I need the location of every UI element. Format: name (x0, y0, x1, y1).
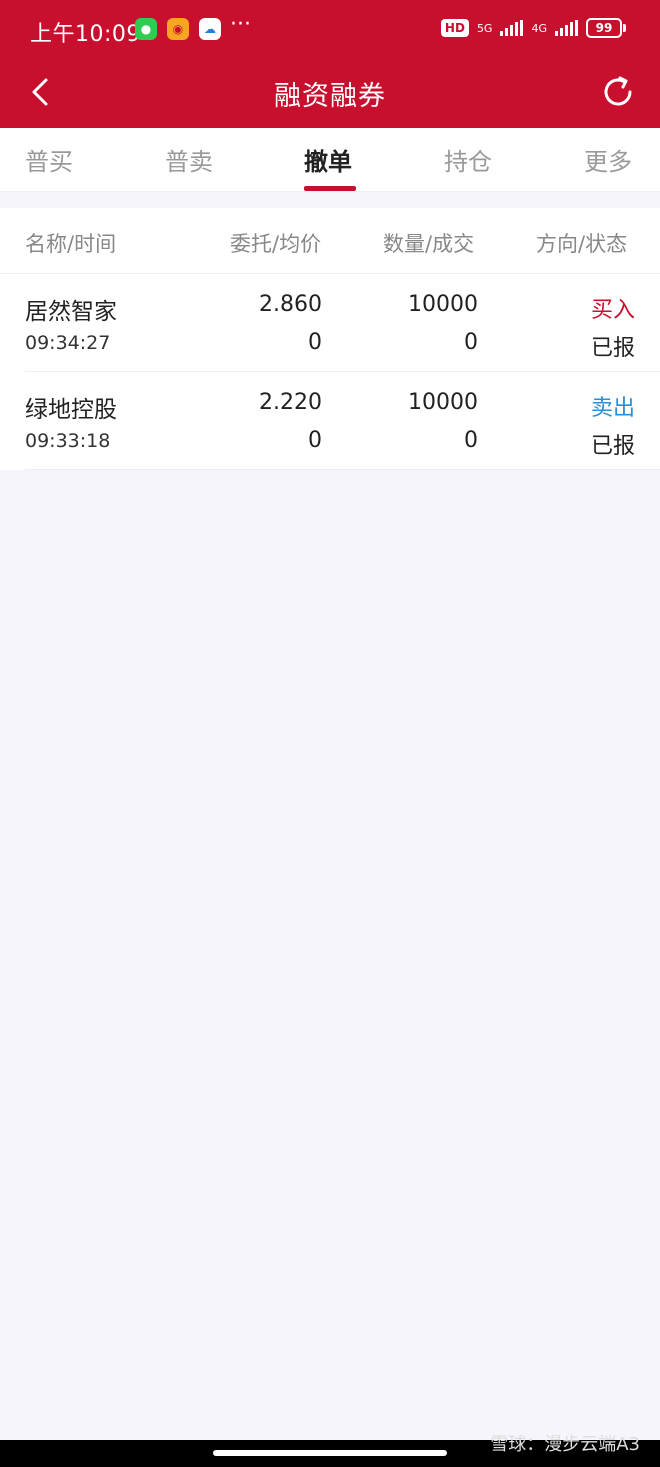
col-direction-status: 方向/状态 (536, 232, 628, 256)
signal-bars-icon (555, 20, 578, 36)
table-row[interactable]: 绿地控股 09:33:18 2.220 0 10000 0 卖出 已报 (0, 372, 660, 470)
system-indicators: HD 5G 4G 99 (440, 18, 626, 38)
weibo-icon: ◉ (167, 18, 189, 40)
page-title: 融资融券 (274, 81, 386, 112)
signal-4g: 4G (531, 23, 547, 34)
battery-level: 99 (586, 18, 622, 38)
table-row[interactable]: 居然智家 09:34:27 2.860 0 10000 0 买入 已报 (0, 274, 660, 372)
avg-price: 0 (308, 330, 322, 355)
tab-sell[interactable]: 普卖 (165, 142, 213, 177)
tab-more[interactable]: 更多 (584, 142, 632, 177)
order-price: 2.220 (259, 390, 322, 415)
tab-buy[interactable]: 普买 (25, 142, 73, 177)
filled-quantity: 0 (464, 428, 478, 453)
app-header: 上午10:09 ● ◉ ☁ ··· HD 5G 4G 99 融资融券 (0, 0, 660, 128)
more-notifications-icon: ··· (230, 12, 251, 37)
orders-table: 名称/时间 委托/均价 数量/成交 方向/状态 居然智家 09:34:27 2.… (0, 208, 660, 470)
order-price: 2.860 (259, 292, 322, 317)
direction-buy: 买入 (590, 298, 635, 323)
nav-bar: 融资融券 (0, 60, 660, 128)
order-quantity: 10000 (408, 292, 478, 317)
row-divider (25, 469, 660, 470)
trade-tabs: 普买 普卖 撤单 持仓 更多 (0, 128, 660, 192)
tab-cancel-order[interactable]: 撤单 (304, 142, 352, 177)
table-header: 名称/时间 委托/均价 数量/成交 方向/状态 (0, 208, 660, 274)
order-time: 09:33:18 (25, 430, 111, 452)
hd-badge: HD (440, 19, 469, 37)
signal-bars-icon (500, 20, 524, 36)
order-status: 已报 (590, 434, 635, 459)
avg-price: 0 (308, 428, 322, 453)
direction-sell: 卖出 (590, 396, 635, 421)
active-tab-indicator (304, 186, 356, 191)
status-time: 上午10:09 (30, 22, 141, 47)
filled-quantity: 0 (464, 330, 478, 355)
order-time: 09:34:27 (25, 332, 111, 354)
cloud-icon: ☁ (199, 18, 221, 40)
col-price: 委托/均价 (230, 232, 322, 256)
stock-name: 居然智家 (25, 299, 117, 325)
signal-5g: 5G (477, 23, 493, 34)
battery-icon: 99 (586, 18, 626, 38)
order-status: 已报 (590, 336, 635, 361)
tab-holdings[interactable]: 持仓 (444, 142, 492, 177)
signal-4g-label: 4G (531, 21, 547, 35)
notification-icons: ● ◉ ☁ (135, 18, 221, 40)
refresh-icon[interactable] (598, 72, 638, 112)
stock-name: 绿地控股 (25, 397, 117, 423)
signal-5g-label: 5G (476, 21, 493, 35)
order-quantity: 10000 (408, 390, 478, 415)
home-indicator[interactable] (213, 1450, 447, 1456)
col-quantity: 数量/成交 (383, 232, 475, 256)
wechat-icon: ● (135, 18, 157, 40)
status-bar: 上午10:09 ● ◉ ☁ ··· HD 5G 4G 99 (0, 0, 660, 60)
col-name-time: 名称/时间 (25, 232, 117, 256)
watermark: 雪球：漫步云端A3 (490, 1434, 640, 1455)
